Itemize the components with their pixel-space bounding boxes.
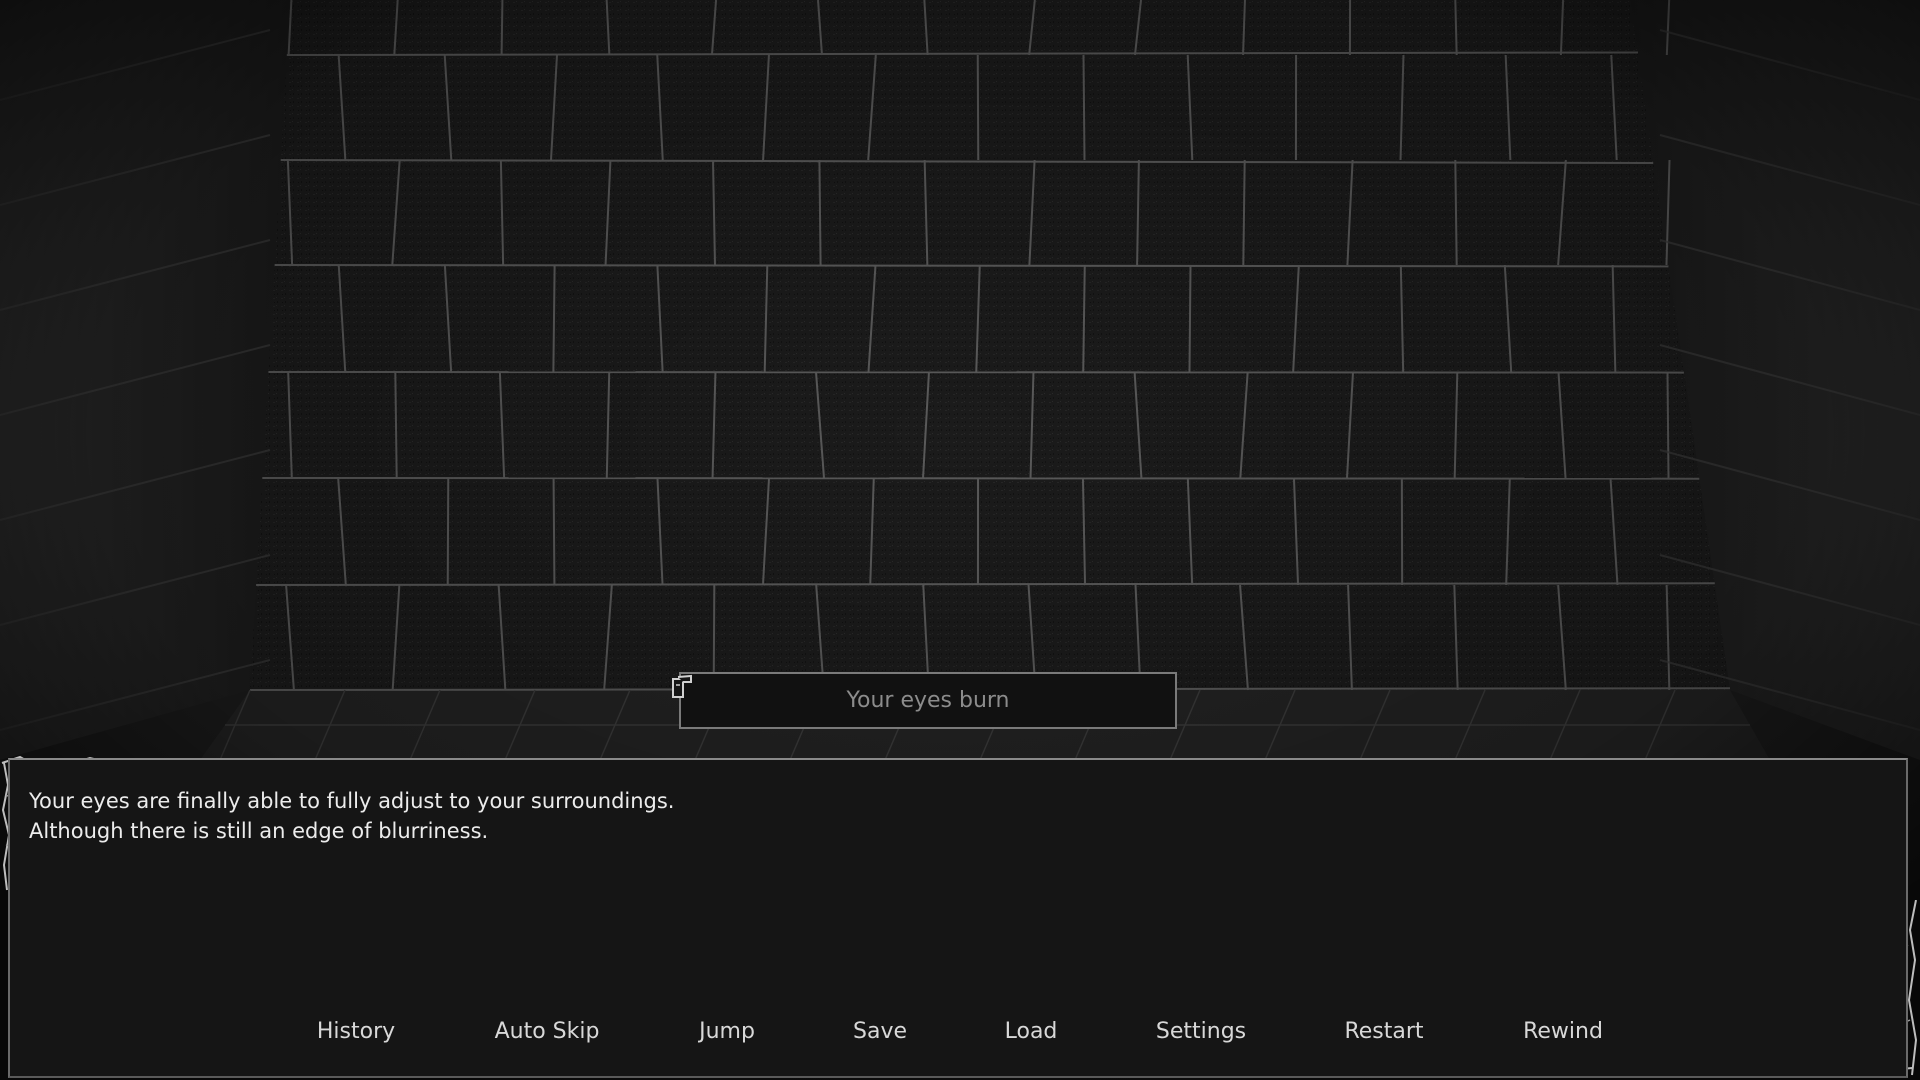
load-button[interactable]: Load	[1005, 1012, 1058, 1052]
quick-menu: History Auto Skip Jump Save Load Setting…	[0, 1012, 1920, 1052]
speaker-nametag: Your eyes burn	[679, 672, 1177, 729]
settings-button[interactable]: Settings	[1156, 1012, 1246, 1052]
rewind-button[interactable]: Rewind	[1523, 1012, 1603, 1052]
speaker-name: Your eyes burn	[846, 688, 1009, 713]
game-screen[interactable]: Your eyes are finally able to fully adju…	[0, 0, 1920, 1080]
dialogue-line: Although there is still an edge of blurr…	[29, 816, 1129, 846]
history-button[interactable]: History	[317, 1012, 395, 1052]
restart-button[interactable]: Restart	[1344, 1012, 1423, 1052]
scroll-icon	[670, 673, 694, 701]
save-button[interactable]: Save	[853, 1012, 907, 1052]
jump-button[interactable]: Jump	[699, 1012, 755, 1052]
auto-skip-button[interactable]: Auto Skip	[495, 1012, 600, 1052]
dialogue-line: Your eyes are finally able to fully adju…	[29, 786, 1129, 816]
dialogue-text: Your eyes are finally able to fully adju…	[29, 786, 1129, 846]
